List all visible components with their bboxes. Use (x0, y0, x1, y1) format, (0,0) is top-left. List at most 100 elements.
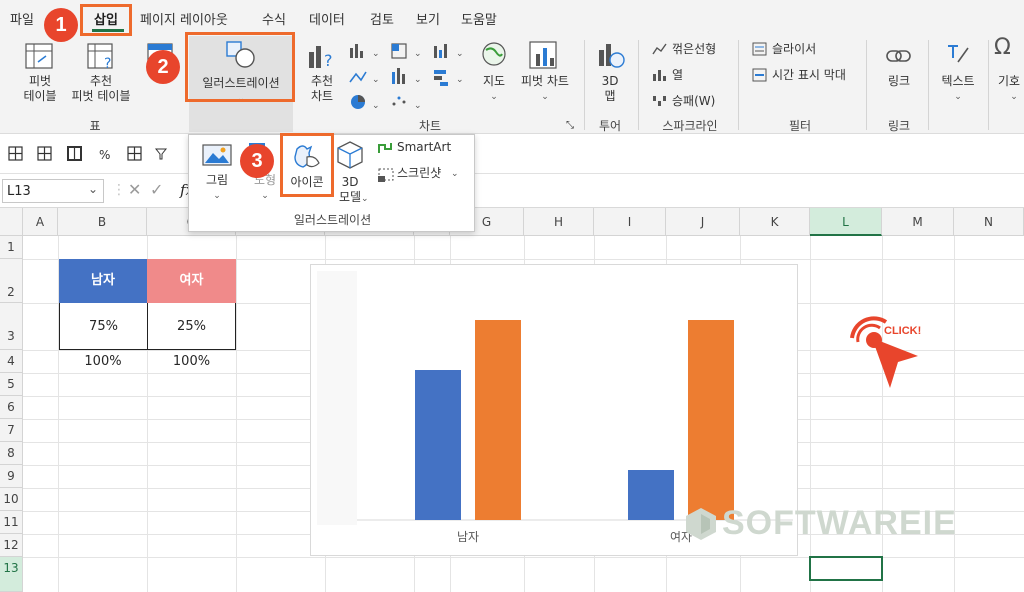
row-header[interactable]: 3 (0, 303, 23, 350)
sparkline-winloss-button[interactable]: 승패(W) (672, 94, 715, 109)
menu-page-layout[interactable]: 페이지 레이아웃 (140, 9, 228, 28)
row-header-selected[interactable]: 13 (0, 557, 23, 592)
row-header[interactable]: 9 (0, 465, 23, 488)
cancel-icon[interactable]: ✕ (128, 180, 141, 199)
3d-model-chevron-icon[interactable]: ⌄ (361, 192, 369, 207)
chart-type-icons[interactable]: ⌄ ⌄ ⌄ ⌄ ⌄ ⌄ ⌄ ⌄ (348, 42, 478, 112)
female-total-cell[interactable]: 100% (147, 350, 236, 373)
picture-chevron-icon[interactable]: ⌄ (197, 189, 237, 204)
symbol-chevron-icon[interactable]: ⌄ (1004, 90, 1024, 105)
picture-label[interactable]: 그림 (197, 173, 237, 188)
sparkline-column-button[interactable]: 열 (672, 68, 683, 83)
column-header[interactable]: M (882, 208, 954, 236)
step1-badge: 1 (44, 8, 78, 42)
sparkline-line-button[interactable]: 꺾은선형 (672, 42, 716, 57)
menu-data[interactable]: 데이터 (309, 9, 345, 28)
column-header[interactable]: I (594, 208, 666, 236)
border-format-icons[interactable]: % (8, 146, 168, 162)
maps-chevron-icon[interactable]: ⌄ (474, 90, 514, 105)
male-header-cell[interactable]: 남자 (59, 259, 147, 303)
row-header[interactable]: 6 (0, 396, 23, 419)
recommended-pivot-icon[interactable]: ? (86, 42, 116, 70)
ribbon: 피벗 테이블 ? 추천 피벗 테이블 표 일러스트레이션 ⌄ ? 추천 차트 ⌄… (0, 34, 1024, 134)
picture-icon[interactable] (201, 141, 233, 169)
slicer-button[interactable]: 슬라이서 (772, 42, 816, 57)
shapes-chevron-icon[interactable]: ⌄ (245, 189, 285, 204)
link-icon[interactable] (884, 44, 914, 70)
row-header[interactable]: 5 (0, 373, 23, 396)
svg-text:⌄: ⌄ (414, 101, 422, 111)
group-charts-label: 차트 (418, 119, 442, 133)
recommended-charts-icon[interactable]: ? (306, 42, 338, 72)
smartart-icon (378, 143, 392, 153)
sparkline-winloss-icon (653, 96, 666, 106)
bar-series1-1[interactable] (415, 370, 461, 520)
step2-badge: 2 (146, 50, 180, 84)
female-header-cell[interactable]: 여자 (147, 259, 236, 303)
column-header-selected[interactable]: L (810, 208, 882, 236)
sparkline-line-icon (652, 43, 667, 55)
enter-icon[interactable]: ✓ (150, 180, 163, 199)
recommended-pivot-label[interactable]: 추천 피벗 테이블 (66, 74, 136, 104)
pivot-table-label[interactable]: 피벗 테이블 (14, 74, 66, 104)
selected-cell-l13[interactable] (809, 556, 883, 581)
pivot-chart-label[interactable]: 피벗 차트 (514, 74, 576, 89)
pivot-table-icon[interactable] (24, 42, 54, 70)
text-label[interactable]: 텍스트 (934, 74, 982, 89)
column-header[interactable]: K (740, 208, 810, 236)
row-header[interactable]: 12 (0, 534, 23, 557)
screenshot-chevron-icon[interactable]: ⌄ (451, 167, 459, 182)
row-header[interactable]: 4 (0, 350, 23, 373)
bar-series2-1[interactable] (475, 320, 521, 520)
row-header[interactable]: 11 (0, 511, 23, 534)
column-header[interactable]: J (666, 208, 740, 236)
row-header[interactable]: 1 (0, 236, 23, 259)
male-value-cell[interactable]: 75% (59, 303, 147, 350)
maps-icon[interactable] (480, 40, 508, 70)
menu-file[interactable]: 파일 (10, 9, 34, 28)
column-header[interactable]: N (954, 208, 1024, 236)
svg-text:?: ? (104, 56, 111, 70)
bar-series1-2[interactable] (628, 470, 674, 520)
pivot-chart-icon[interactable] (528, 40, 560, 70)
bar-series2-2[interactable] (688, 320, 734, 520)
row-header[interactable]: 2 (0, 259, 23, 303)
female-value-cell[interactable]: 25% (147, 303, 236, 350)
select-all-corner[interactable] (0, 208, 23, 236)
text-icon[interactable] (944, 40, 972, 70)
menu-view[interactable]: 보기 (416, 9, 440, 28)
symbol-label[interactable]: 기호 (998, 74, 1024, 89)
menu-bar: 파일 삽입 페이지 레이아웃 수식 데이터 검토 보기 도움말 (0, 0, 1024, 34)
3d-map-icon[interactable] (596, 40, 626, 70)
name-box[interactable]: L13 ⌄ (2, 179, 104, 203)
column-header[interactable]: A (23, 208, 58, 236)
text-chevron-icon[interactable]: ⌄ (934, 90, 982, 105)
link-label[interactable]: 링크 (878, 74, 920, 89)
charts-dialog-launcher-icon[interactable]: ⤡ (566, 118, 574, 133)
maps-label[interactable]: 지도 (474, 74, 514, 89)
svg-text:⌄: ⌄ (372, 49, 380, 59)
male-total-cell[interactable]: 100% (59, 350, 147, 373)
omega-icon[interactable]: Ω (994, 37, 1011, 59)
group-tours-label: 투어 (598, 119, 622, 133)
group-links-label: 링크 (887, 119, 911, 133)
row-header[interactable]: 7 (0, 419, 23, 442)
name-box-chevron-icon[interactable]: ⌄ (88, 182, 98, 196)
slicer-icon (752, 42, 767, 56)
recommended-charts-label[interactable]: 추천 차트 (300, 74, 344, 104)
menu-review[interactable]: 검토 (370, 9, 394, 28)
column-header[interactable]: B (58, 208, 147, 236)
timeline-button[interactable]: 시간 표시 막대 (772, 68, 846, 83)
category-label: 남자 (457, 530, 479, 544)
row-header[interactable]: 8 (0, 442, 23, 465)
screenshot-button[interactable]: 스크린샷 (397, 166, 441, 181)
3d-model-icon[interactable] (335, 139, 365, 171)
row-header[interactable]: 10 (0, 488, 23, 511)
3d-map-label[interactable]: 3D 맵 (590, 74, 630, 104)
menu-formulas[interactable]: 수식 (262, 9, 286, 28)
smartart-button[interactable]: SmartArt (397, 140, 451, 155)
svg-text:⌄: ⌄ (414, 49, 422, 59)
menu-help[interactable]: 도움말 (461, 9, 497, 28)
pivot-chart-chevron-icon[interactable]: ⌄ (514, 90, 576, 105)
column-header[interactable]: H (524, 208, 594, 236)
